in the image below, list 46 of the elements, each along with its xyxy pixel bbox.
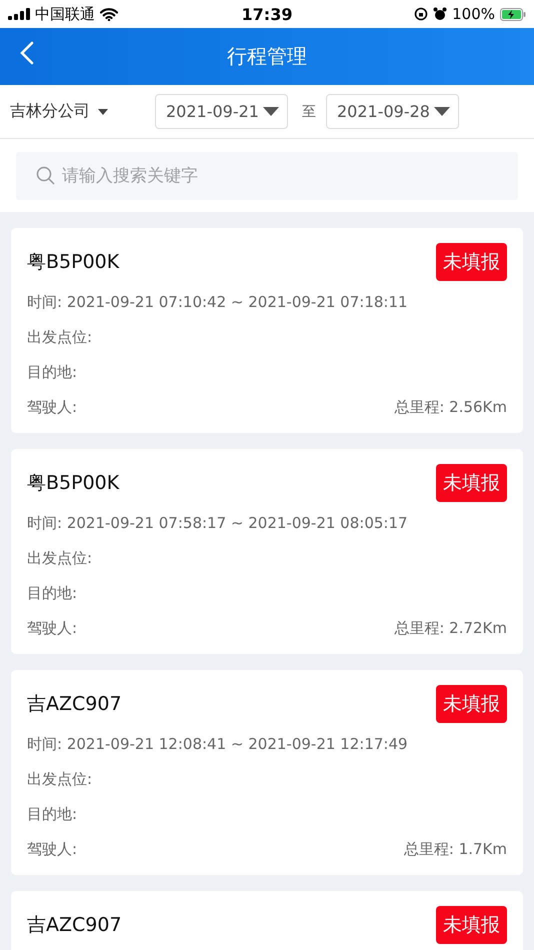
status-badge: 未填报 xyxy=(436,243,507,281)
trip-card[interactable]: 吉AZC907 未填报 xyxy=(11,891,523,950)
destination-label: 目的地: xyxy=(27,804,78,825)
caret-icon xyxy=(98,108,108,114)
start-date-dropdown[interactable]: 2021-09-21 xyxy=(155,94,288,129)
status-badge: 未填报 xyxy=(436,906,507,944)
trip-card[interactable]: 粤B5P00K 未填报 时间: 2021-09-21 07:58:17 ~ 2021-09-21 08:05:17 出发点位: 目的地: 驾驶人: 总里程: 2.72Km xyxy=(11,449,523,654)
page-title: 行程管理 xyxy=(227,43,307,70)
trip-time: 时间: 2021-09-21 07:58:17 ~ 2021-09-21 08:05:17 xyxy=(27,513,409,534)
plate-number: 吉AZC907 xyxy=(27,692,122,717)
origin-label: 出发点位: xyxy=(27,769,94,790)
search-icon xyxy=(36,166,56,186)
signal-icon xyxy=(8,8,30,20)
caret-icon xyxy=(262,107,279,116)
caret-icon xyxy=(434,107,450,116)
alarm-icon xyxy=(433,7,448,21)
wifi-icon xyxy=(100,8,118,20)
status-badge: 未填报 xyxy=(436,464,507,502)
trip-time: 时间: 2021-09-21 07:10:42 ~ 2021-09-21 07:18:11 xyxy=(27,292,409,313)
trip-card[interactable]: 吉AZC907 未填报 时间: 2021-09-21 12:08:41 ~ 2021-09-21 12:17:49 出发点位: 目的地: 驾驶人: 总里程: 1.7Km xyxy=(11,670,523,875)
search-field[interactable]: 请输入搜索关键字 xyxy=(16,152,518,200)
status-badge: 未填报 xyxy=(436,685,507,723)
total-mileage: 总里程: 1.7Km xyxy=(404,839,507,860)
carrier-name: 中国联通 xyxy=(35,4,95,24)
origin-label: 出发点位: xyxy=(27,327,94,348)
plate-number: 粤B5P00K xyxy=(27,250,120,275)
driver-label: 驾驶人: xyxy=(27,397,78,418)
range-separator: 至 xyxy=(302,102,316,120)
destination-label: 目的地: xyxy=(27,362,78,383)
trip-card[interactable]: 粤B5P00K 未填报 时间: 2021-09-21 07:10:42 ~ 2021-09-21 07:18:11 出发点位: 目的地: 驾驶人: 总里程: 2.56Km xyxy=(11,228,523,433)
trip-time: 时间: 2021-09-21 12:08:41 ~ 2021-09-21 12:17:49 xyxy=(27,734,409,755)
driver-label: 驾驶人: xyxy=(27,839,78,860)
plate-number: 吉AZC907 xyxy=(27,913,122,938)
end-date-dropdown[interactable]: 2021-09-28 xyxy=(326,94,459,129)
destination-label: 目的地: xyxy=(27,583,78,604)
total-mileage: 总里程: 2.56Km xyxy=(394,397,507,418)
back-icon[interactable] xyxy=(20,41,34,65)
rotation-lock-icon xyxy=(414,7,428,21)
battery-charging-icon xyxy=(500,8,526,20)
company-dropdown[interactable]: 吉林分公司 xyxy=(10,101,155,122)
status-time: 17:39 xyxy=(242,4,292,24)
origin-label: 出发点位: xyxy=(27,548,94,569)
battery-percent: 100% xyxy=(452,5,495,23)
driver-label: 驾驶人: xyxy=(27,618,78,639)
total-mileage: 总里程: 2.72Km xyxy=(394,618,507,639)
plate-number: 粤B5P00K xyxy=(27,471,120,496)
